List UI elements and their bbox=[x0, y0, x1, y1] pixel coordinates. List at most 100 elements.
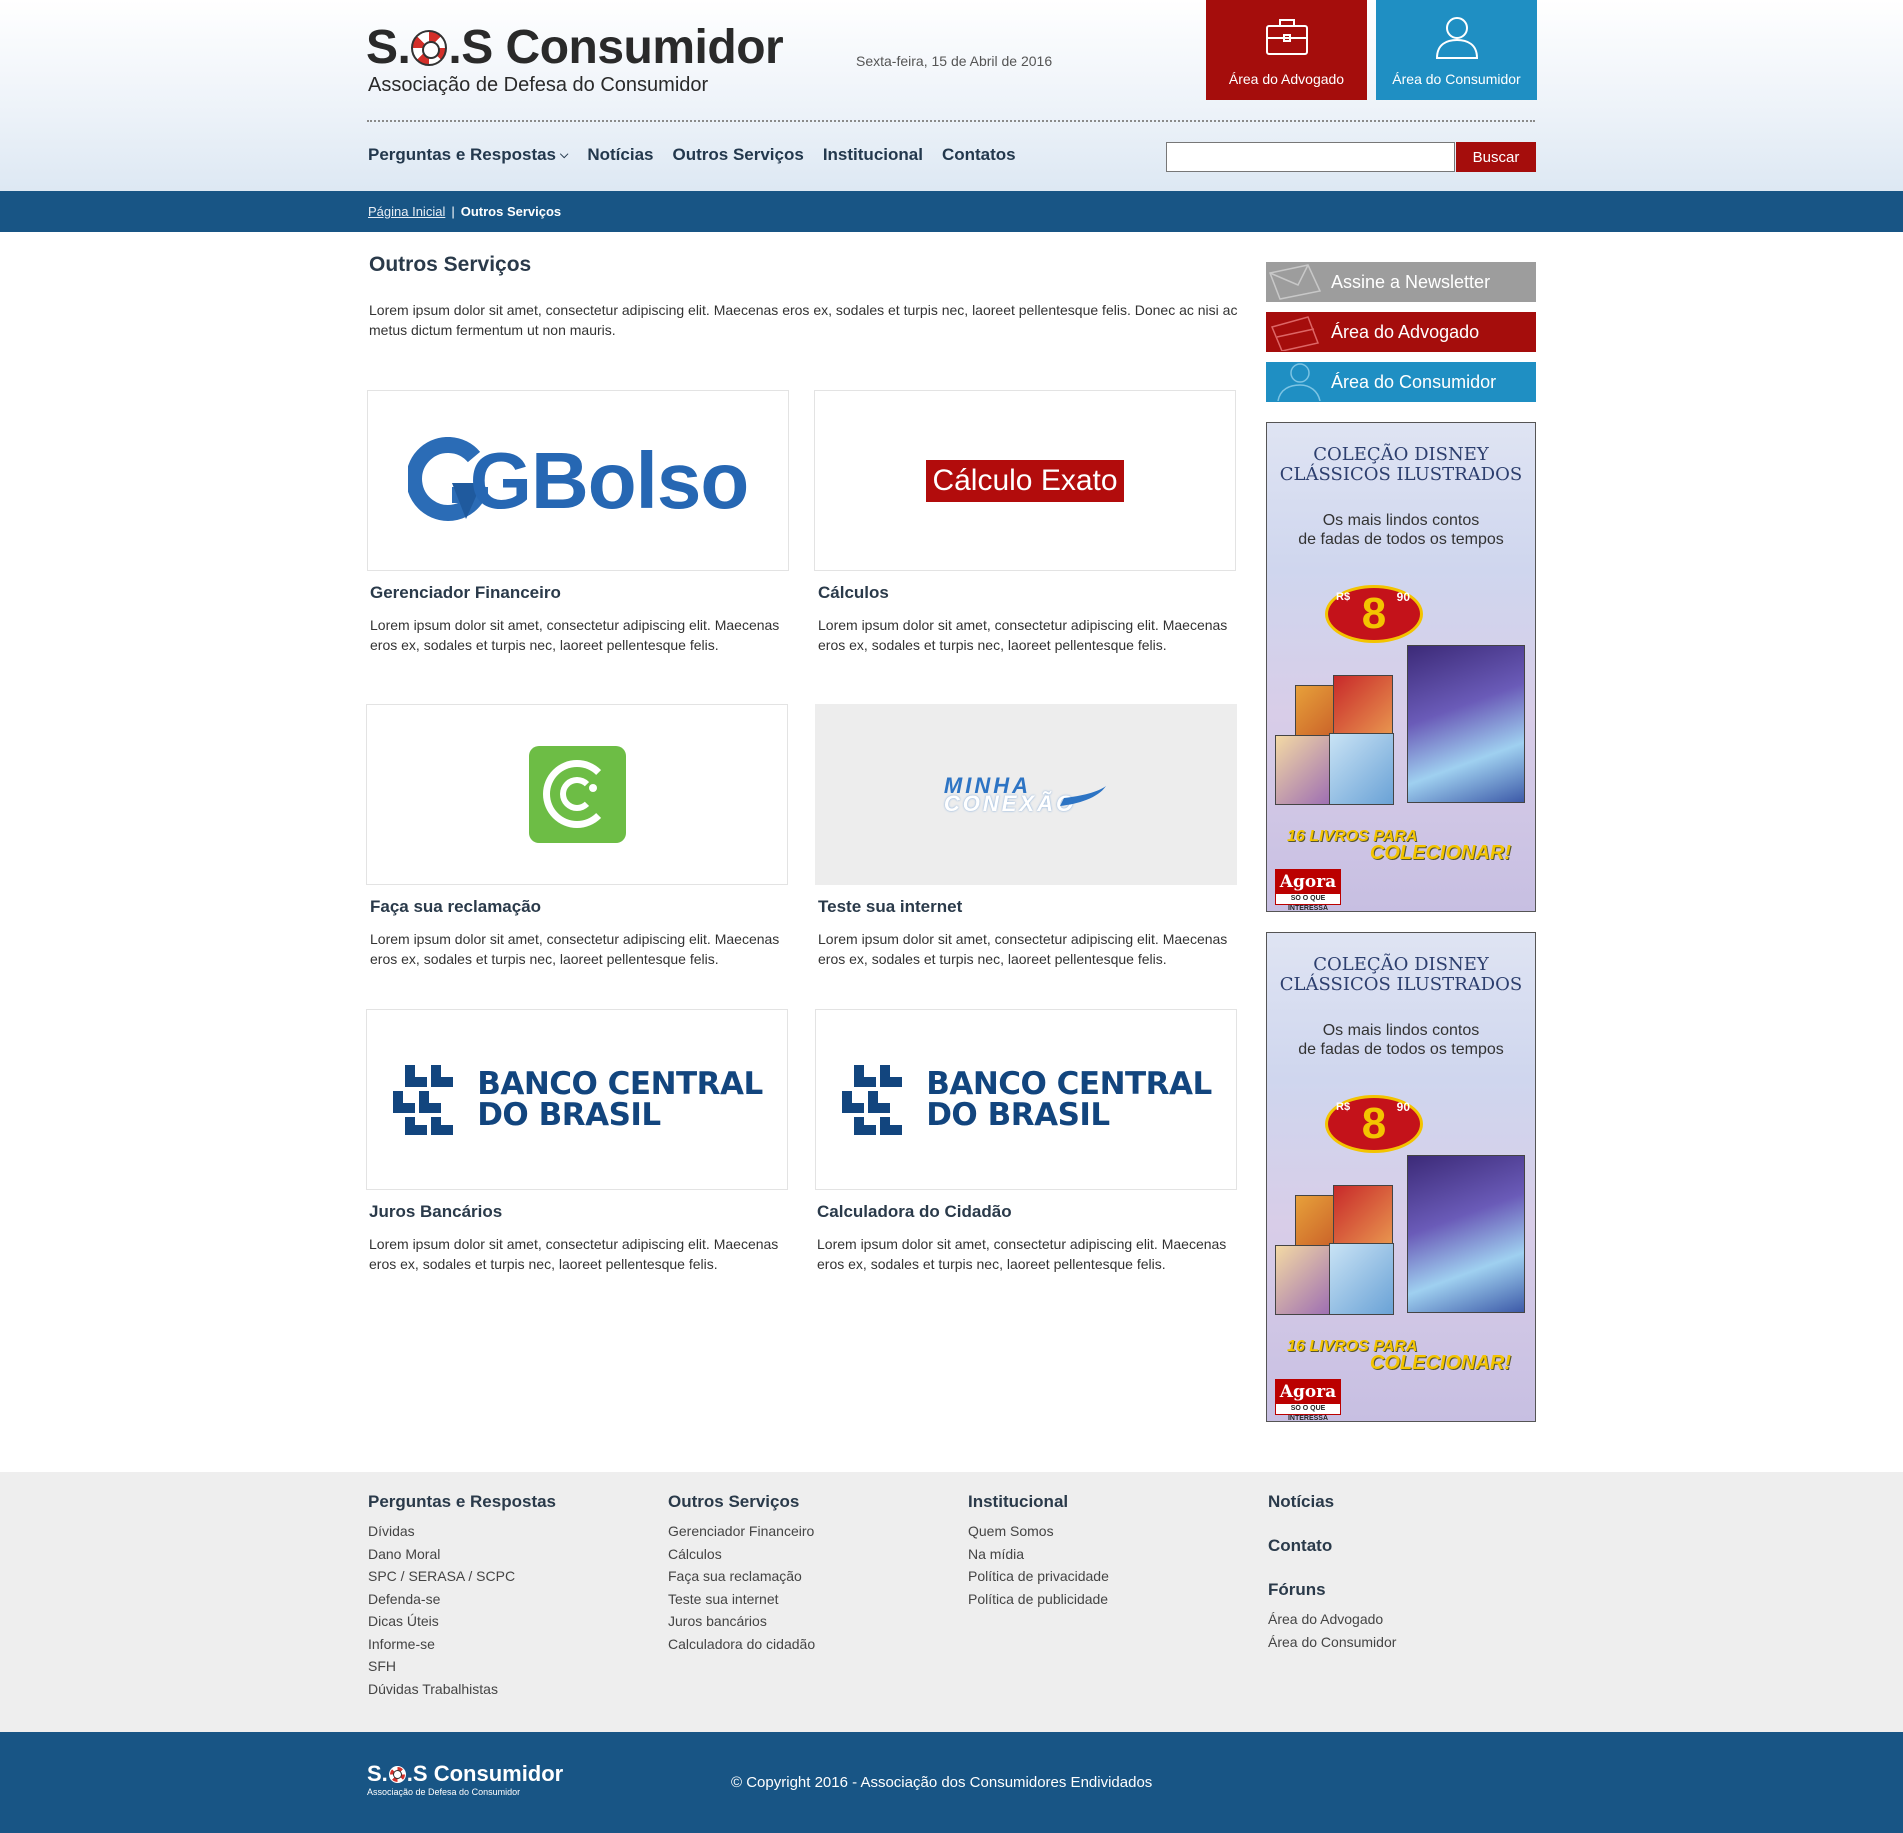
footer-logo-prefix: S. bbox=[367, 1761, 388, 1786]
nav-contatos[interactable]: Contatos bbox=[942, 145, 1016, 165]
footer-link[interactable]: Gerenciador Financeiro bbox=[668, 1520, 815, 1543]
search-input[interactable] bbox=[1166, 142, 1455, 172]
banco-central-wordmark: BANCO CENTRAL DO BRASIL bbox=[926, 1068, 1212, 1131]
briefcase-icon bbox=[1270, 316, 1320, 351]
service-card-title[interactable]: Gerenciador Financeiro bbox=[370, 583, 561, 603]
ad-price-int: 8 bbox=[1361, 1099, 1387, 1148]
search-button[interactable]: Buscar bbox=[1456, 142, 1536, 172]
footer-link[interactable]: SFH bbox=[368, 1655, 556, 1678]
sidebar-consumidor-label: Área do Consumidor bbox=[1331, 372, 1497, 392]
minha-conexao-logo: MINHA CONEXÃO bbox=[943, 774, 1108, 816]
service-card-desc: Lorem ipsum dolor sit amet, consectetur … bbox=[818, 617, 1228, 653]
service-card-title[interactable]: Teste sua internet bbox=[818, 897, 962, 917]
footer-link[interactable]: Dívidas bbox=[368, 1520, 556, 1543]
nav-noticias[interactable]: Notícias bbox=[587, 145, 653, 165]
agora-tagline: SÓ O QUE INTERESSA bbox=[1287, 895, 1329, 912]
service-card-image-minha-conexao[interactable]: MINHA CONEXÃO bbox=[815, 704, 1237, 885]
ad-collect-line2: COLECIONAR! bbox=[1369, 1352, 1511, 1374]
ad-banner[interactable]: COLEÇÃO DISNEY CLÁSSICOS ILUSTRADOS Os m… bbox=[1266, 932, 1536, 1422]
logo-title-prefix: S. bbox=[366, 21, 411, 74]
footer-link[interactable]: Política de privacidade bbox=[968, 1565, 1109, 1588]
ad-price-int: 8 bbox=[1361, 589, 1387, 638]
newsletter-button[interactable]: Assine a Newsletter bbox=[1266, 262, 1536, 302]
ad-collect-line2: COLECIONAR! bbox=[1369, 842, 1511, 864]
footer-link[interactable]: Juros bancários bbox=[668, 1610, 815, 1633]
footer-link[interactable]: Informe-se bbox=[368, 1633, 556, 1656]
reclamacao-dot bbox=[588, 784, 597, 792]
nav-institucional[interactable]: Institucional bbox=[823, 145, 923, 165]
service-card-image-gbolso[interactable]: GBolso bbox=[367, 390, 789, 571]
sidebar-area-consumidor-button[interactable]: Área do Consumidor bbox=[1266, 362, 1536, 402]
reclamacao-inner-arc bbox=[559, 777, 594, 811]
ad-price-currency: R$ bbox=[1336, 1101, 1351, 1113]
service-card-image-reclamacao[interactable] bbox=[366, 704, 788, 885]
ad-price-badge: R$ 8 90 bbox=[1325, 1095, 1423, 1153]
footer-link[interactable]: Área do Advogado bbox=[1268, 1608, 1396, 1631]
service-card-title[interactable]: Calculadora do Cidadão bbox=[817, 1202, 1012, 1222]
agora-brand: Agora bbox=[1276, 870, 1340, 894]
minha-conexao-wordmark: MINHA CONEXÃO bbox=[943, 774, 1077, 816]
footer-link[interactable]: Área do Consumidor bbox=[1268, 1631, 1396, 1654]
ad-subtitle-line1: Os mais lindos contos bbox=[1322, 512, 1480, 529]
user-icon bbox=[1435, 17, 1479, 59]
footer-link[interactable]: Dicas Úteis bbox=[368, 1610, 556, 1633]
footer-link[interactable]: Quem Somos bbox=[968, 1520, 1109, 1543]
service-card-image-banco-central[interactable]: BANCO CENTRAL DO BRASIL bbox=[366, 1009, 788, 1190]
footer-logo[interactable]: S. .S Consumidor Associação de Defesa do… bbox=[367, 1761, 563, 1798]
area-consumidor-button[interactable]: Área do Consumidor bbox=[1376, 0, 1537, 100]
area-advogado-label: Área do Advogado bbox=[1228, 71, 1345, 87]
ad-collect-text: 16 LIVROS PARA COLECIONAR! bbox=[1287, 829, 1525, 864]
ad-subtitle-line1: Os mais lindos contos bbox=[1322, 1022, 1480, 1039]
breadcrumb-bar: Página Inicial | Outros Serviços bbox=[0, 191, 1903, 232]
nav-outros-servicos[interactable]: Outros Serviços bbox=[673, 145, 804, 165]
footer-link[interactable]: Cálculos bbox=[668, 1543, 815, 1566]
footer-col-title[interactable]: Perguntas e Respostas bbox=[368, 1492, 556, 1512]
footer-contato-link[interactable]: Contato bbox=[1268, 1536, 1396, 1556]
briefcase-icon bbox=[1266, 19, 1308, 55]
footer-link[interactable]: Teste sua internet bbox=[668, 1588, 815, 1611]
footer-col-title[interactable]: Outros Serviços bbox=[668, 1492, 815, 1512]
reclamacao-app-icon bbox=[528, 746, 626, 843]
footer-link[interactable]: SPC / SERASA / SCPC bbox=[368, 1565, 556, 1588]
nav-perguntas-respostas[interactable]: Perguntas e Respostas ⌵ bbox=[368, 145, 568, 165]
footer-col-title[interactable]: Institucional bbox=[968, 1492, 1109, 1512]
bottom-bar: S. .S Consumidor Associação de Defesa do… bbox=[0, 1732, 1903, 1833]
footer-col-institucional: Institucional Quem Somos Na mídia Políti… bbox=[968, 1492, 1109, 1610]
ad-subtitle-line2: de fadas de todos os tempos bbox=[1298, 531, 1504, 548]
ad-price-badge: R$ 8 90 bbox=[1325, 585, 1423, 643]
banco-central-emblem-icon bbox=[842, 1064, 903, 1135]
service-card-title[interactable]: Juros Bancários bbox=[369, 1202, 502, 1222]
ad-price-currency: R$ bbox=[1336, 591, 1351, 603]
footer-noticias-link[interactable]: Notícias bbox=[1268, 1492, 1396, 1512]
minha-conexao-line2: CONEXÃO bbox=[943, 790, 1077, 816]
site-logo[interactable]: S. .S Consumidor Associação de Defesa do… bbox=[366, 21, 784, 97]
footer-foruns-title[interactable]: Fóruns bbox=[1268, 1580, 1396, 1600]
service-card-desc: Lorem ipsum dolor sit amet, consectetur … bbox=[369, 1236, 779, 1272]
footer-col-perguntas: Perguntas e Respostas Dívidas Dano Moral… bbox=[368, 1492, 556, 1700]
service-card-title[interactable]: Cálculos bbox=[818, 583, 889, 603]
footer-link[interactable]: Defenda-se bbox=[368, 1588, 556, 1611]
service-card-title[interactable]: Faça sua reclamação bbox=[370, 897, 541, 917]
ad-price-cents: 90 bbox=[1396, 1100, 1410, 1114]
main-nav: Perguntas e Respostas ⌵ Notícias Outros … bbox=[368, 145, 1035, 165]
footer-link[interactable]: Dúvidas Trabalhistas bbox=[368, 1678, 556, 1701]
footer-link[interactable]: Calculadora do cidadão bbox=[668, 1633, 815, 1656]
ad-banner[interactable]: COLEÇÃO DISNEY CLÁSSICOS ILUSTRADOS Os m… bbox=[1266, 422, 1536, 912]
ad-subtitle-line2: de fadas de todos os tempos bbox=[1298, 1041, 1504, 1058]
footer-link[interactable]: Faça sua reclamação bbox=[668, 1565, 815, 1588]
banco-central-emblem-icon bbox=[393, 1064, 454, 1135]
gbolso-wordmark: GBolso bbox=[469, 435, 749, 525]
footer-link[interactable]: Política de publicidade bbox=[968, 1588, 1109, 1611]
sidebar-area-advogado-button[interactable]: Área do Advogado bbox=[1266, 312, 1536, 352]
breadcrumb-home-link[interactable]: Página Inicial bbox=[368, 204, 445, 219]
footer-link[interactable]: Dano Moral bbox=[368, 1543, 556, 1566]
ad-subtitle: Os mais lindos contos de fadas de todos … bbox=[1267, 511, 1535, 549]
area-advogado-button[interactable]: Área do Advogado bbox=[1206, 0, 1367, 100]
service-card-image-calculadora-cidadao[interactable]: BANCO CENTRAL DO BRASIL bbox=[815, 1009, 1237, 1190]
service-card-image-calculo-exato[interactable]: Cálculo Exato bbox=[814, 390, 1236, 571]
agora-tagline: SÓ O QUE INTERESSA bbox=[1287, 1405, 1329, 1422]
footer-link[interactable]: Na mídia bbox=[968, 1543, 1109, 1566]
envelope-icon bbox=[1268, 264, 1322, 300]
service-card-desc: Lorem ipsum dolor sit amet, consectetur … bbox=[370, 617, 780, 653]
service-card-desc: Lorem ipsum dolor sit amet, consectetur … bbox=[370, 931, 780, 967]
